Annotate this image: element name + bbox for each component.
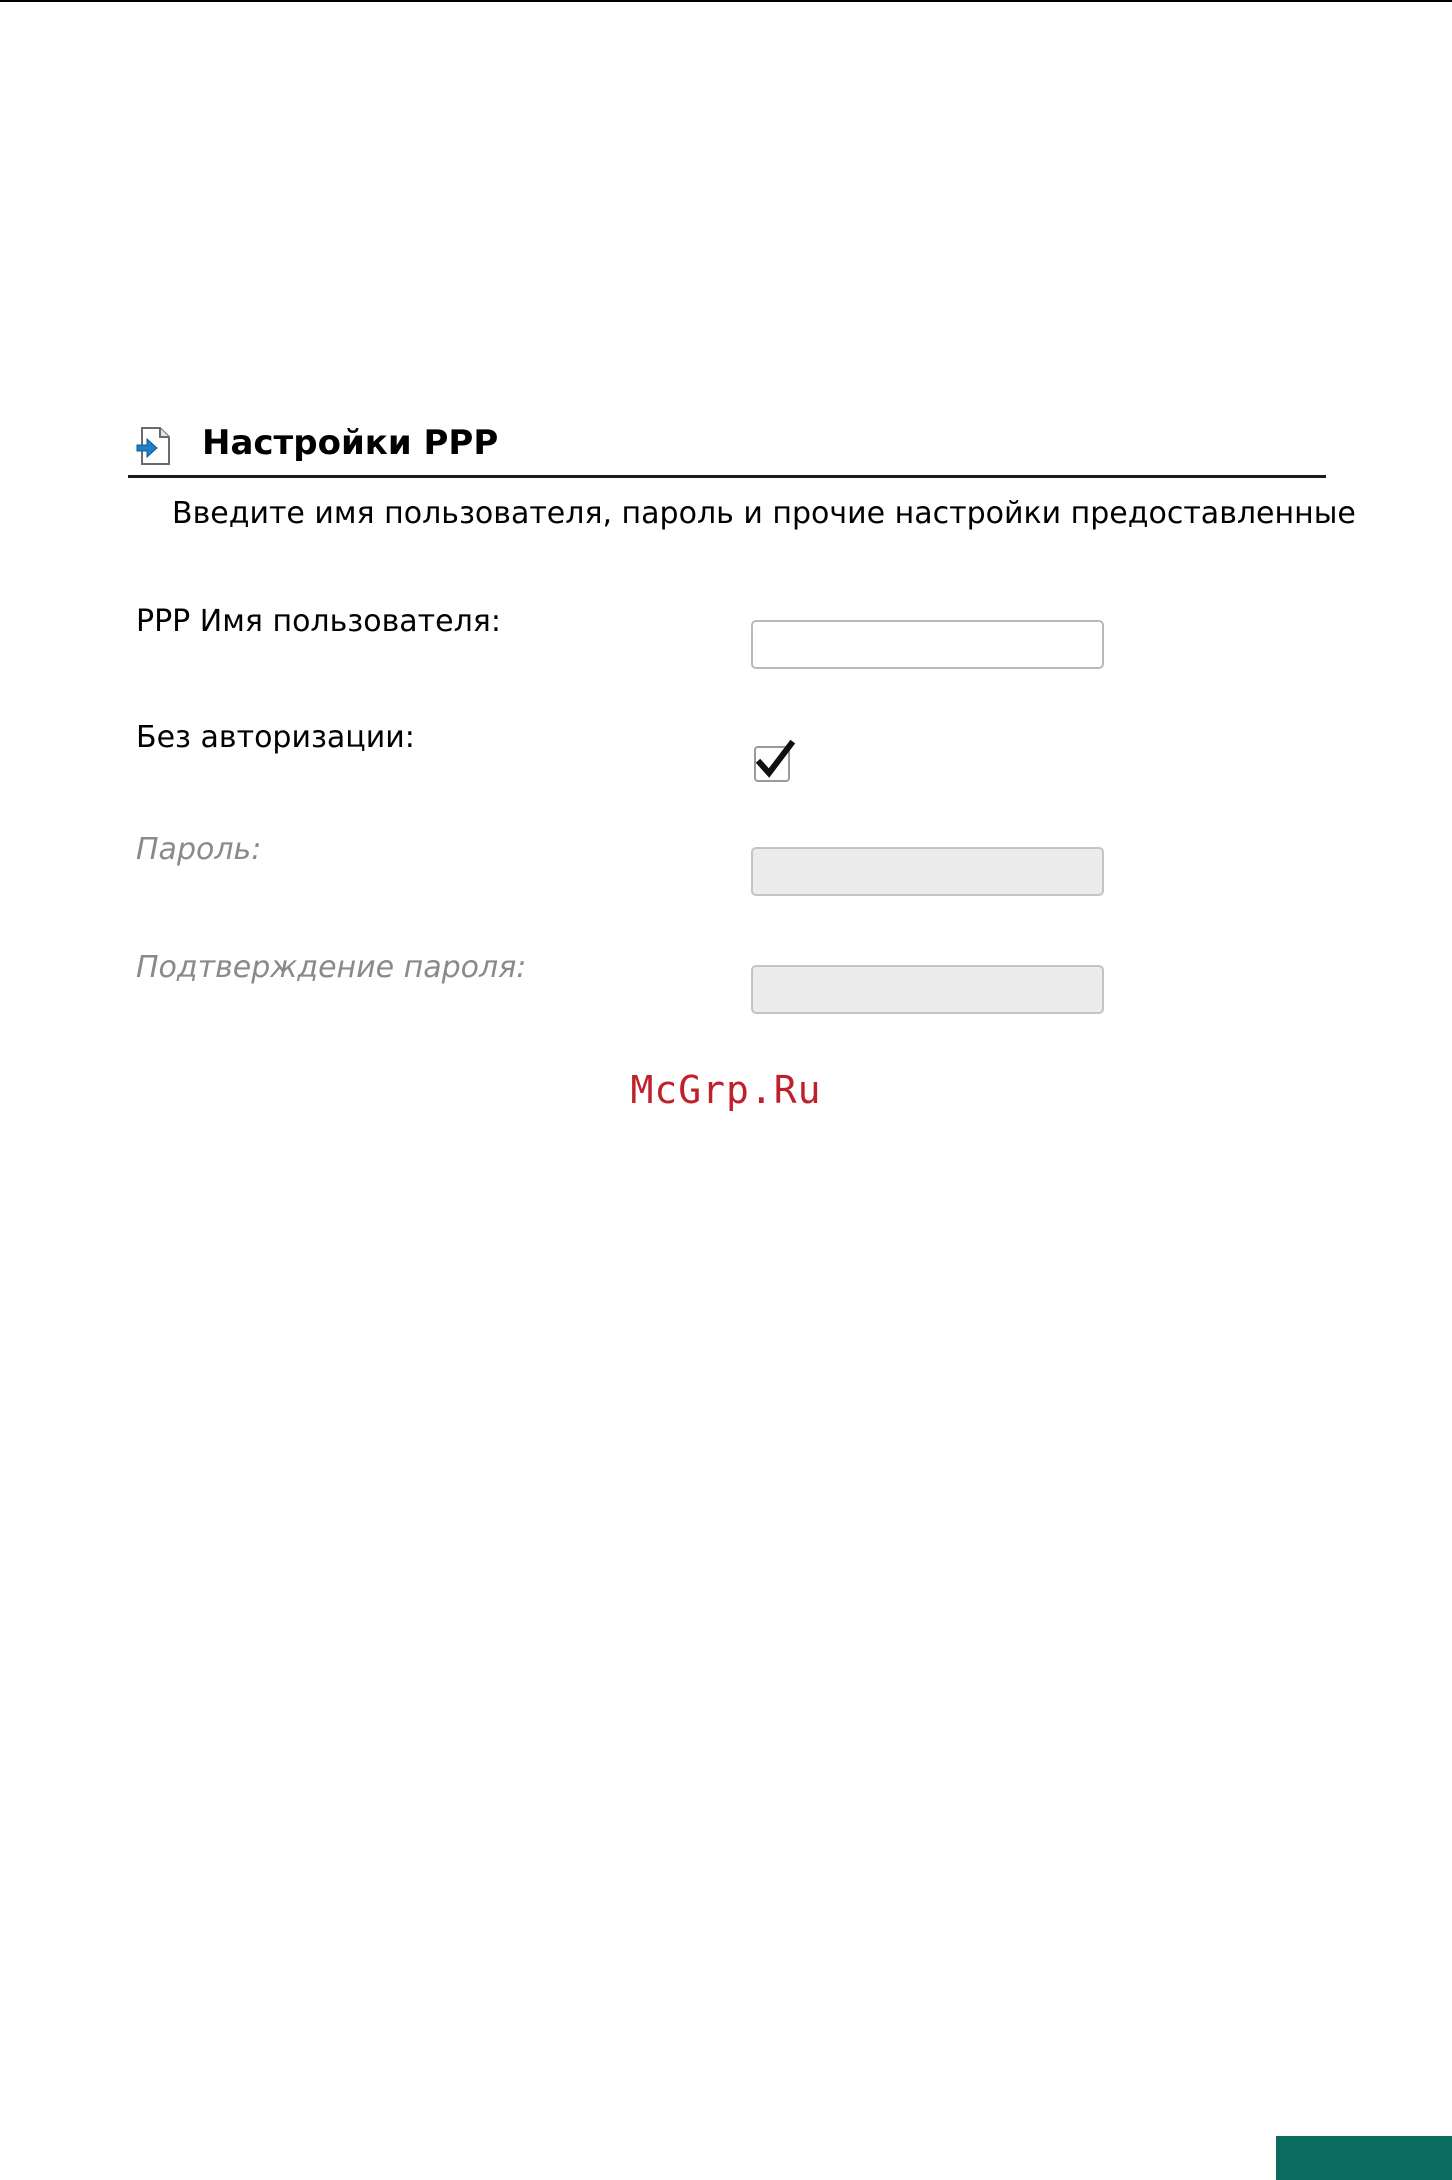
section-header: Настройки PPP [128, 418, 1326, 478]
header-divider [128, 475, 1326, 478]
username-input[interactable] [751, 620, 1104, 669]
no-auth-label: Без авторизации: [136, 720, 415, 755]
password-confirm-label: Подтверждение пароля: [136, 950, 527, 985]
username-label: PPP Имя пользователя: [136, 604, 501, 639]
page-arrow-icon [136, 426, 172, 466]
password-input[interactable] [751, 847, 1104, 896]
password-confirm-input[interactable] [751, 965, 1104, 1014]
section-description: Введите имя пользователя, пароль и прочи… [172, 496, 1356, 531]
no-auth-checkbox[interactable] [754, 739, 796, 782]
watermark-text: McGrp.Ru [630, 1068, 822, 1112]
top-rule [0, 0, 1452, 2]
password-label: Пароль: [136, 832, 262, 867]
page-number-tab [1276, 2136, 1452, 2180]
section-title: Настройки PPP [202, 423, 499, 463]
